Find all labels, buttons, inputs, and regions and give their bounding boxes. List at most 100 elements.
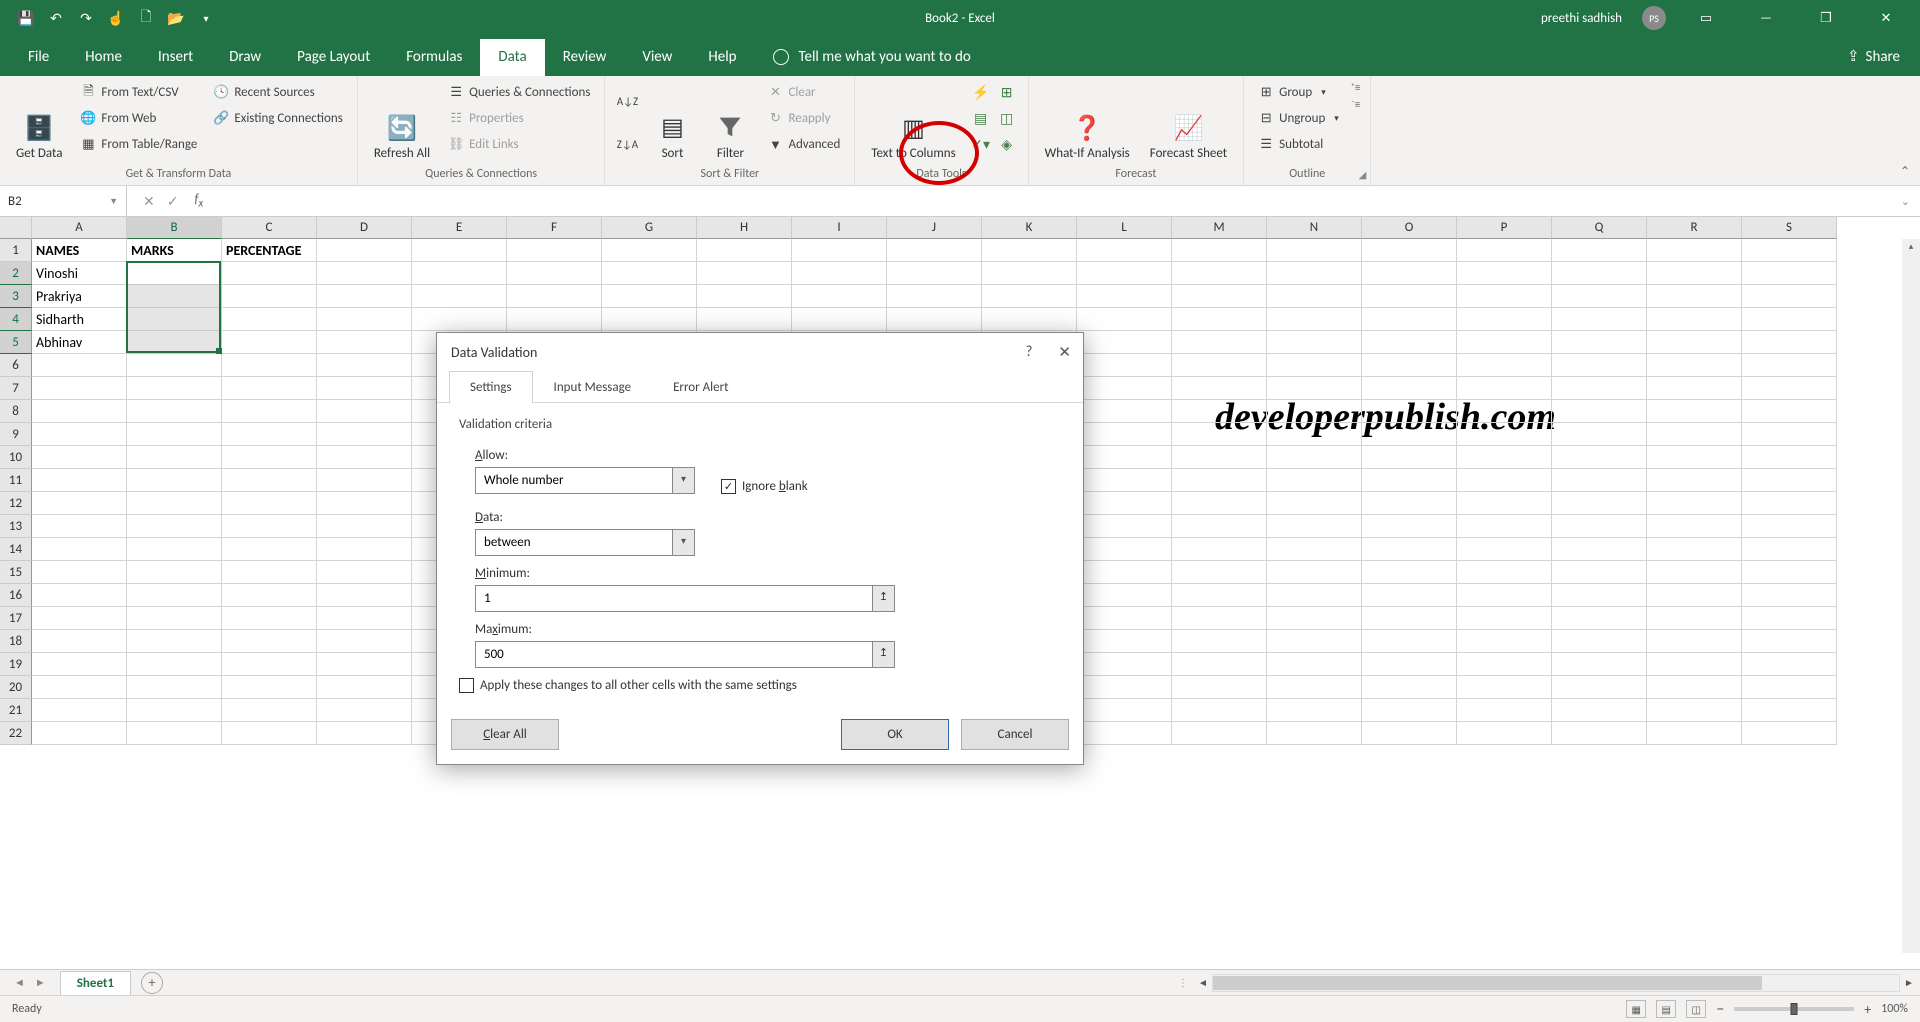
hide-detail-icon[interactable]: ⁻≡ [1351, 98, 1361, 111]
cell[interactable] [1742, 354, 1837, 377]
cell[interactable] [222, 308, 317, 331]
cell[interactable] [1267, 331, 1362, 354]
cell[interactable] [127, 423, 222, 446]
minimum-field[interactable]: ↥ [475, 585, 895, 612]
cell[interactable] [32, 469, 127, 492]
column-header[interactable]: M [1172, 217, 1267, 239]
outline-launcher-icon[interactable]: ◢ [1359, 168, 1367, 181]
cell[interactable] [697, 308, 792, 331]
row-header[interactable]: 8 [0, 400, 32, 423]
cell[interactable] [1457, 285, 1552, 308]
cell[interactable] [222, 515, 317, 538]
cell[interactable] [1172, 538, 1267, 561]
ribbon-display-options-icon[interactable]: ▭ [1686, 11, 1726, 26]
cancel-entry-icon[interactable]: ✕ [143, 193, 155, 210]
cell[interactable] [127, 561, 222, 584]
column-header[interactable]: Q [1552, 217, 1647, 239]
clear-all-button[interactable]: Clear All [451, 719, 559, 750]
cell[interactable] [1647, 331, 1742, 354]
tab-view[interactable]: View [624, 39, 690, 76]
cell[interactable] [127, 354, 222, 377]
cell[interactable] [1552, 607, 1647, 630]
data-combo[interactable]: ▾ [475, 529, 695, 556]
cell[interactable] [222, 676, 317, 699]
zoom-in-button[interactable]: + [1864, 1001, 1871, 1018]
row-header[interactable]: 6 [0, 354, 32, 377]
cell[interactable] [222, 354, 317, 377]
cell[interactable] [1362, 653, 1457, 676]
minimize-icon[interactable]: — [1746, 11, 1786, 26]
cell[interactable] [32, 446, 127, 469]
cell[interactable] [127, 492, 222, 515]
tab-formulas[interactable]: Formulas [388, 39, 480, 76]
cell[interactable] [1457, 653, 1552, 676]
cell[interactable] [222, 538, 317, 561]
minimum-ref-icon[interactable]: ↥ [873, 585, 895, 612]
row-header[interactable]: 18 [0, 630, 32, 653]
cell[interactable] [1647, 400, 1742, 423]
column-header[interactable]: K [982, 217, 1077, 239]
cell[interactable] [222, 262, 317, 285]
cell[interactable]: MARKS [127, 239, 222, 262]
cell[interactable] [1552, 308, 1647, 331]
cell[interactable] [1362, 331, 1457, 354]
horizontal-scrollbar[interactable]: ⋮ ◄ ► [1178, 974, 1918, 992]
cell[interactable] [1647, 469, 1742, 492]
cell[interactable] [1172, 331, 1267, 354]
cell[interactable] [222, 699, 317, 722]
fx-icon[interactable]: fx [194, 192, 213, 210]
cell[interactable] [1552, 377, 1647, 400]
flash-fill-icon[interactable]: ⚡ [970, 81, 992, 103]
cell[interactable] [32, 630, 127, 653]
cell[interactable] [1172, 354, 1267, 377]
cell[interactable] [1172, 722, 1267, 745]
sort-za-button[interactable]: Z↓A [615, 133, 639, 156]
hscroll-left-icon[interactable]: ◄ [1194, 976, 1212, 989]
cell[interactable] [1552, 515, 1647, 538]
redo-icon[interactable]: ↷ [78, 10, 94, 26]
row-header[interactable]: 21 [0, 699, 32, 722]
cell[interactable] [1742, 331, 1837, 354]
cell[interactable] [1362, 722, 1457, 745]
cell[interactable] [1172, 584, 1267, 607]
row-header[interactable]: 4 [0, 308, 32, 331]
cell[interactable] [317, 699, 412, 722]
cell[interactable] [602, 308, 697, 331]
cell[interactable] [32, 354, 127, 377]
cell[interactable] [127, 469, 222, 492]
cell[interactable] [1077, 653, 1172, 676]
cell[interactable] [222, 446, 317, 469]
column-header[interactable]: J [887, 217, 982, 239]
cell[interactable] [127, 308, 222, 331]
cell[interactable] [982, 239, 1077, 262]
cell[interactable] [1362, 423, 1457, 446]
cell[interactable] [317, 561, 412, 584]
cell[interactable] [1552, 239, 1647, 262]
cell[interactable] [127, 377, 222, 400]
cell[interactable] [222, 492, 317, 515]
cell[interactable] [222, 630, 317, 653]
tab-home[interactable]: Home [67, 39, 140, 76]
cell[interactable] [1647, 262, 1742, 285]
cell[interactable] [32, 538, 127, 561]
cell[interactable] [32, 515, 127, 538]
cell[interactable] [32, 584, 127, 607]
cell[interactable] [1362, 584, 1457, 607]
show-detail-icon[interactable]: ⁺≡ [1351, 81, 1361, 94]
column-header[interactable]: S [1742, 217, 1837, 239]
cell[interactable] [1457, 676, 1552, 699]
tab-insert[interactable]: Insert [140, 39, 211, 76]
cell[interactable] [887, 308, 982, 331]
cell[interactable] [1077, 469, 1172, 492]
cell[interactable] [32, 400, 127, 423]
cell[interactable] [1647, 538, 1742, 561]
cell[interactable] [1077, 262, 1172, 285]
maximum-input[interactable] [475, 641, 873, 668]
row-header[interactable]: 5 [0, 331, 32, 354]
cell[interactable] [1742, 699, 1837, 722]
cell[interactable] [1457, 423, 1552, 446]
cell[interactable] [1552, 538, 1647, 561]
cell[interactable] [1172, 676, 1267, 699]
cell[interactable] [127, 676, 222, 699]
cell[interactable] [1742, 469, 1837, 492]
